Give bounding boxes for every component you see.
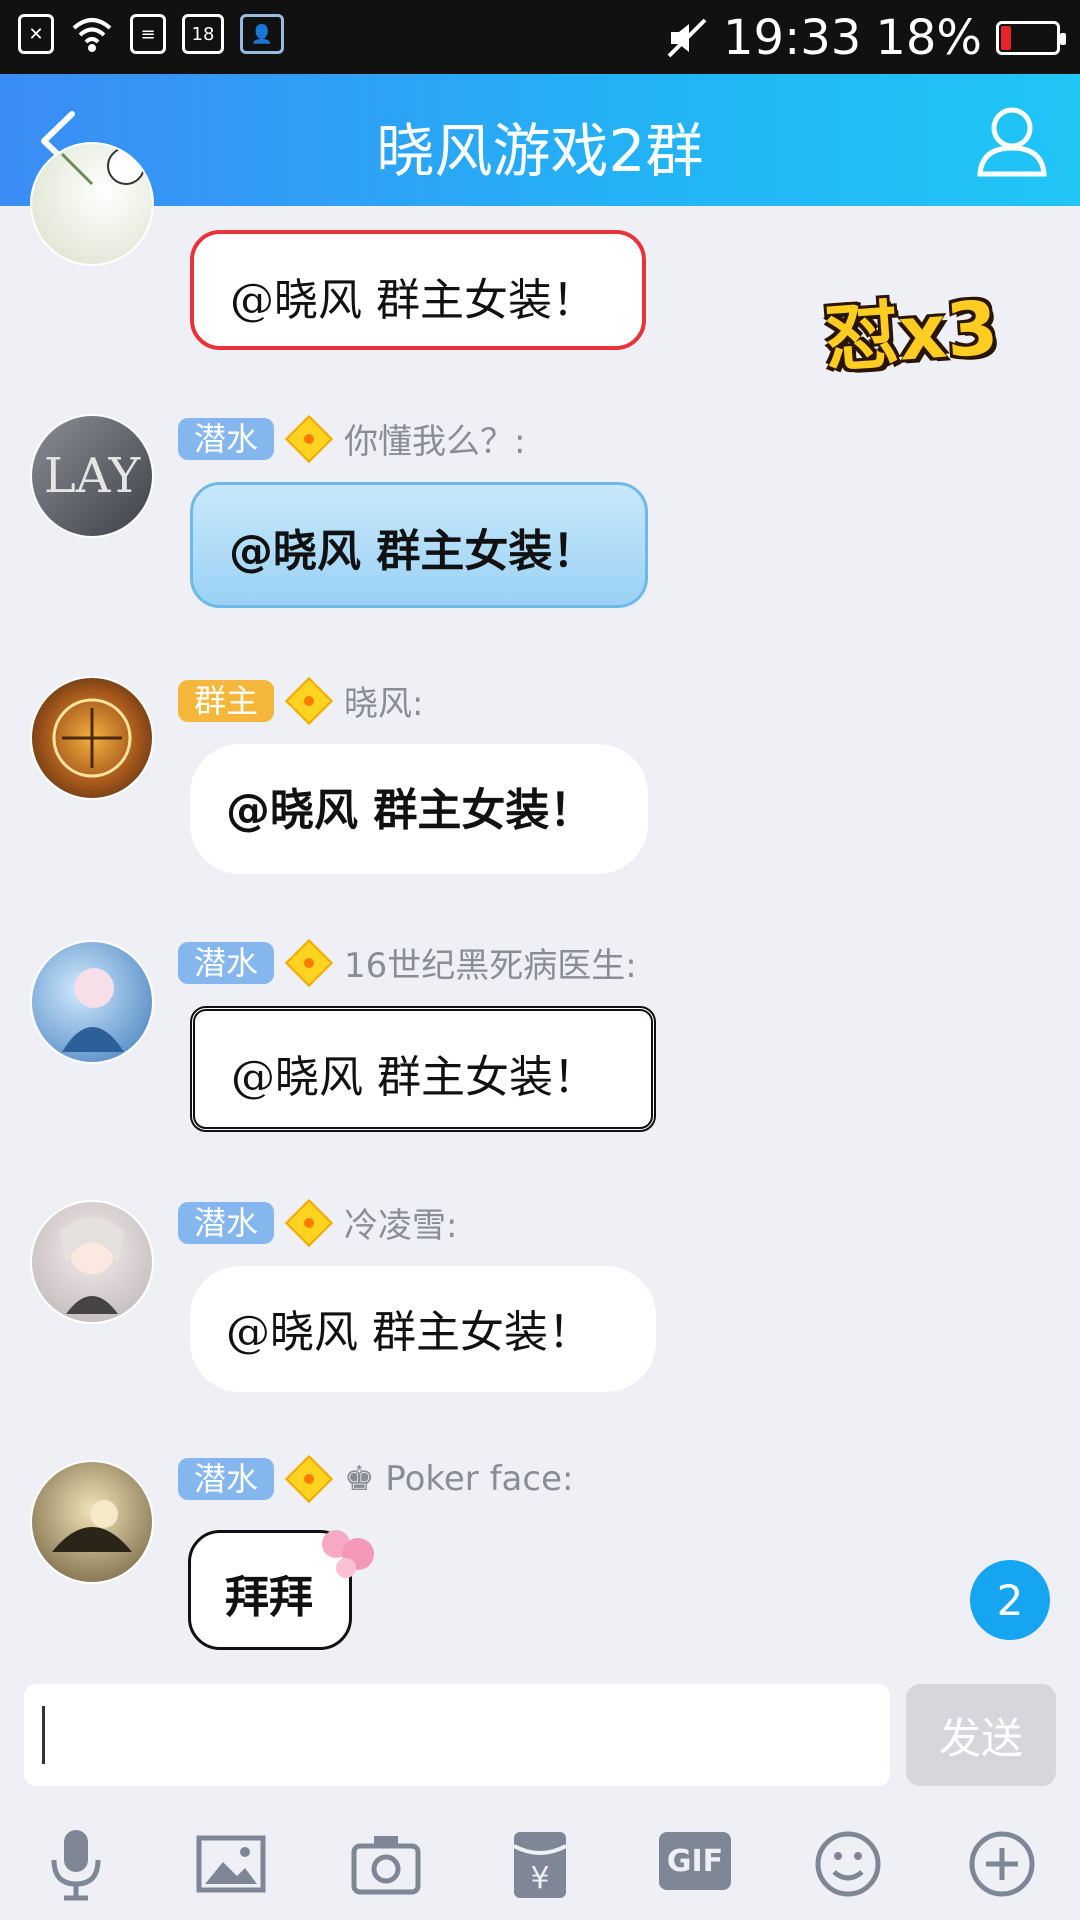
sender-name[interactable]: 冷凌雪: [344,1198,457,1247]
level-diamond-icon [284,938,334,987]
no-sim-icon: ✕ [18,14,54,54]
member-tag: 潜水 [178,1201,275,1244]
clock: 19:33 [722,10,862,66]
avatar-image [60,147,145,186]
flower-decoration-icon [322,1530,374,1578]
message-text: 拜拜 [225,1572,313,1623]
group-members-icon[interactable] [972,102,1052,182]
level-diamond-icon [284,676,334,725]
sender-name[interactable]: 晓风: [344,676,423,725]
message-meta: 潜水 16世纪黑死病医生: [178,938,637,987]
document-icon: ≡ [130,14,166,54]
status-right: 19:33 18% [665,10,1066,66]
message-bubble[interactable]: @晓风 群主女装！ [190,230,646,350]
sender-name[interactable]: 16世纪黑死病医生: [344,938,637,987]
message-meta: 群主 晓风: [178,676,423,725]
svg-text:¥: ¥ [530,1861,549,1896]
status-left: ✕ ≡ 18 👤 [18,14,284,54]
message-bubble[interactable]: @晓风 群主女装！ [190,482,648,608]
send-button[interactable]: 发送 [906,1684,1056,1786]
level-diamond-icon [284,1454,334,1504]
message-text: @晓风 群主女装！ [231,1052,597,1103]
message-bubble[interactable]: @晓风 群主女装！ [190,744,648,874]
message-meta: 潜水 冷凌雪: [178,1198,457,1247]
plus-icon[interactable] [962,1824,1042,1904]
message-bubble[interactable]: @晓风 群主女装！ [190,1266,656,1392]
message-text: @晓风 群主女装！ [226,1307,592,1358]
avatar[interactable] [30,1200,154,1324]
image-icon[interactable] [191,1824,271,1904]
avatar-image [62,968,124,1052]
contact-card-icon: 👤 [240,14,284,54]
message-meta: 潜水 你懂我么？: [178,414,525,463]
text-caret [42,1706,45,1764]
wifi-icon [72,18,112,52]
message-bubble[interactable]: @晓风 群主女装！ [190,1006,656,1132]
avatar[interactable] [30,940,154,1064]
message-input[interactable] [24,1684,890,1786]
notification-count: 18 [191,23,215,45]
message-text: @晓风 群主女装！ [230,275,596,326]
combo-sticker: 怼x3 [821,285,1001,383]
message-text: @晓风 群主女装！ [226,785,594,836]
input-toolbar: ¥ GIF [0,1810,1080,1910]
camera-icon[interactable] [346,1824,426,1904]
sender-name[interactable]: ♚ Poker face: [344,1459,573,1499]
avatar-image [60,1217,124,1314]
battery-fill [1001,26,1011,50]
level-diamond-icon [284,1198,334,1247]
red-packet-icon[interactable]: ¥ [500,1824,580,1904]
sender-name[interactable]: 你懂我么？: [344,414,525,463]
microphone-icon[interactable] [36,1824,116,1904]
member-tag: 潜水 [178,417,275,460]
avatar[interactable] [30,142,154,266]
avatar-image [52,698,132,778]
avatar[interactable] [30,676,154,800]
member-tag: 潜水 [178,1458,275,1500]
avatar-image: LAY [43,448,141,504]
avatar[interactable] [30,1460,154,1584]
unread-badge[interactable]: 2 [970,1560,1050,1640]
member-tag: 潜水 [178,941,275,984]
mute-icon [667,18,707,58]
battery-icon [996,21,1066,55]
avatar[interactable]: LAY [30,414,154,538]
status-bar: ✕ ≡ 18 👤 19:33 18% [0,0,1080,74]
level-diamond-icon [284,414,334,463]
message-meta: 潜水 ♚ Poker face: [178,1454,573,1504]
emoji-icon[interactable] [808,1824,888,1904]
avatar-image [52,1500,132,1552]
chat-header: 晓风游戏2群 [0,74,1080,206]
message-text: @晓风 群主女装！ [229,526,597,577]
battery-percent: 18% [875,10,982,66]
notification-count-icon: 18 [182,14,224,54]
member-tag: 群主 [178,679,275,722]
gif-button[interactable]: GIF [659,1832,731,1890]
chat-title: 晓风游戏2群 [376,117,704,185]
